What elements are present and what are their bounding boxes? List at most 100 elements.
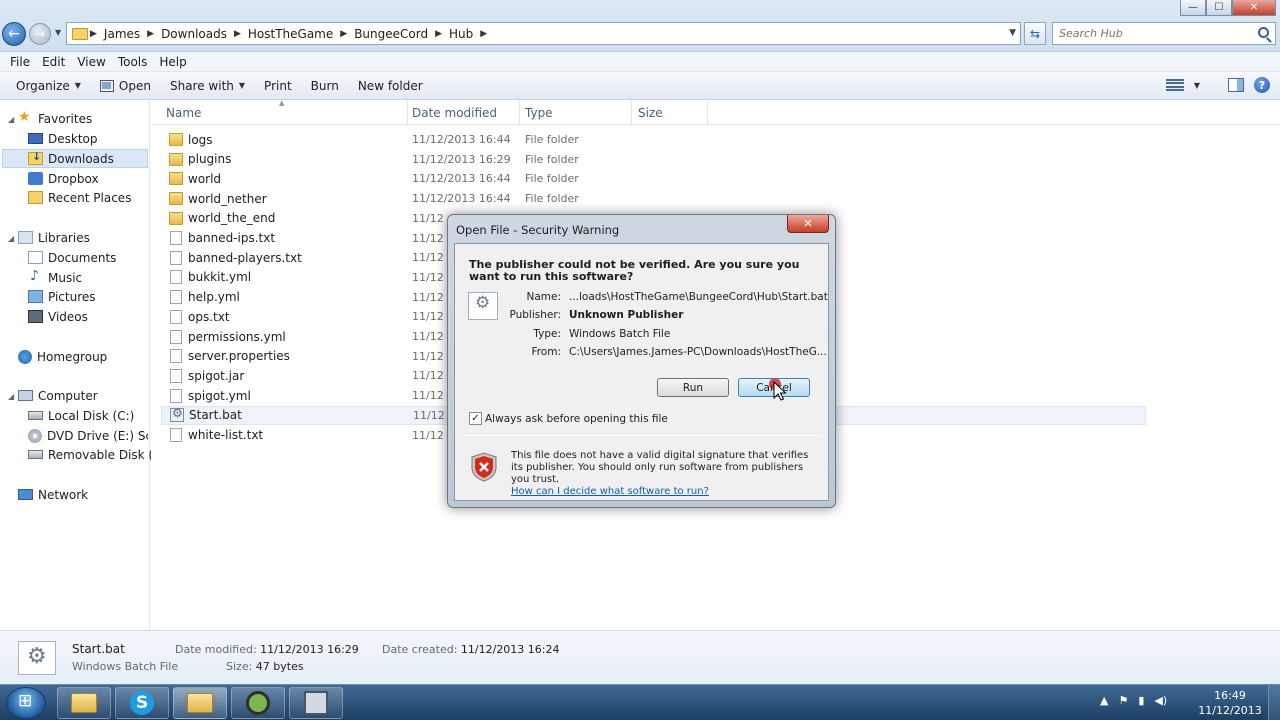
documents-icon — [28, 251, 43, 264]
menu-file[interactable]: File — [4, 55, 36, 69]
breadcrumb-downloads[interactable]: Downloads — [156, 27, 232, 41]
collapse-arrow-icon[interactable]: ◢ — [8, 234, 14, 243]
print-button[interactable]: Print — [258, 79, 305, 93]
file-name: plugins — [188, 152, 232, 167]
start-button[interactable] — [6, 687, 46, 719]
cancel-button[interactable]: Cancel — [738, 378, 810, 397]
column-name[interactable]: Name — [166, 106, 201, 120]
clock[interactable]: 16:49 11/12/2013 — [1190, 688, 1270, 718]
from-value: C:\Users\James.James-PC\Downloads\HostTh… — [569, 346, 827, 358]
collapse-arrow-icon[interactable]: ◢ — [8, 115, 14, 124]
refresh-button[interactable]: ⇆ — [1024, 22, 1046, 45]
column-type[interactable]: Type — [525, 106, 553, 120]
column-date-modified[interactable]: Date modified — [412, 106, 497, 120]
taskbar-video-app-button[interactable] — [289, 687, 343, 719]
file-name: world — [188, 171, 222, 186]
new-folder-button[interactable]: New folder — [352, 79, 436, 93]
chevron-right-icon[interactable]: ▶ — [433, 29, 444, 39]
change-view-icon[interactable] — [1165, 78, 1184, 92]
always-ask-checkbox-row[interactable]: ✓ Always ask before opening this file — [469, 412, 668, 425]
address-bar[interactable]: ▶ James ▶ Downloads ▶ HostTheGame ▶ Bung… — [66, 22, 1021, 45]
taskbar-skype-button[interactable]: S — [115, 687, 169, 719]
forward-button[interactable]: → — [29, 23, 51, 45]
breadcrumb-hub[interactable]: Hub — [444, 27, 478, 41]
chevron-down-icon[interactable]: ▼ — [1194, 81, 1200, 90]
column-divider[interactable] — [407, 100, 408, 125]
column-size[interactable]: Size — [638, 106, 663, 120]
taskbar-explorer-active-button[interactable] — [173, 687, 227, 719]
collapse-arrow-icon[interactable]: ◢ — [8, 392, 14, 401]
organize-button[interactable]: Organize ▼ — [10, 79, 94, 93]
nav-recent-places[interactable]: Recent Places — [28, 188, 131, 207]
nav-downloads[interactable]: Downloads — [2, 149, 148, 168]
folder-icon — [169, 211, 183, 225]
downloads-folder-icon — [28, 150, 43, 165]
dialog-question: The publisher could not be verified. Are… — [469, 258, 800, 283]
publisher-value: Unknown Publisher — [569, 309, 684, 321]
file-row[interactable]: world_nether 11/12/2013 16:44 File folder — [161, 189, 1146, 208]
search-icon[interactable] — [1258, 27, 1269, 38]
taskbar-audio-app-button[interactable] — [231, 687, 285, 719]
close-button[interactable]: ✕ — [1232, 0, 1276, 16]
nav-removable-disk[interactable]: Removable Disk (K:) — [28, 445, 170, 464]
minimize-button[interactable]: — — [1180, 0, 1206, 16]
chevron-right-icon[interactable]: ▶ — [232, 29, 243, 39]
nav-pictures[interactable]: Pictures — [28, 287, 96, 306]
file-row[interactable]: world 11/12/2013 16:44 File folder — [161, 169, 1146, 188]
column-divider[interactable] — [519, 100, 520, 125]
open-button[interactable]: Open — [94, 79, 164, 93]
maximize-button[interactable]: ☐ — [1206, 0, 1232, 16]
column-divider[interactable] — [707, 100, 708, 125]
nav-computer[interactable]: Computer — [18, 386, 98, 405]
network-status-icon[interactable]: ▮ — [1138, 694, 1144, 707]
address-dropdown-icon[interactable]: ▼ — [1009, 28, 1016, 38]
dialog-close-button[interactable]: ✕ — [787, 215, 829, 233]
chevron-right-icon[interactable]: ▶ — [478, 29, 489, 39]
breadcrumb-bungeecord[interactable]: BungeeCord — [349, 27, 433, 41]
menu-edit[interactable]: Edit — [36, 55, 71, 69]
nav-dvd-drive[interactable]: DVD Drive (E:) Scribb — [28, 426, 148, 445]
column-divider[interactable] — [631, 100, 632, 125]
nav-homegroup[interactable]: Homegroup — [18, 347, 107, 366]
nav-dropbox[interactable]: Dropbox — [28, 169, 99, 188]
show-desktop-button[interactable] — [1268, 685, 1280, 720]
always-ask-checkbox[interactable]: ✓ — [469, 412, 482, 425]
file-type: File folder — [525, 172, 579, 186]
file-row[interactable]: plugins 11/12/2013 16:29 File folder — [161, 150, 1146, 169]
back-button[interactable]: ← — [2, 22, 26, 46]
action-center-flag-icon[interactable]: ⚑ — [1118, 694, 1128, 707]
nav-videos[interactable]: Videos — [28, 307, 88, 326]
chevron-right-icon[interactable]: ▶ — [88, 29, 99, 39]
forward-arrow-icon: → — [34, 27, 46, 41]
file-name: spigot.jar — [188, 368, 245, 383]
chevron-right-icon[interactable]: ▶ — [338, 29, 349, 39]
nav-favorites[interactable]: Favorites — [18, 109, 92, 128]
help-icon[interactable]: ? — [1254, 77, 1270, 93]
chevron-right-icon[interactable]: ▶ — [145, 29, 156, 39]
share-with-button[interactable]: Share with ▼ — [164, 79, 258, 93]
menu-help[interactable]: Help — [153, 55, 192, 69]
file-date-modified: 11/12 — [412, 428, 444, 442]
menu-view[interactable]: View — [71, 55, 111, 69]
show-hidden-icons-icon[interactable]: ▲ — [1100, 694, 1108, 707]
file-date-modified: 11/12 — [412, 290, 444, 304]
volume-icon[interactable]: ◀) — [1154, 694, 1167, 707]
taskbar-explorer-button[interactable] — [57, 687, 111, 719]
nav-libraries[interactable]: Libraries — [18, 228, 90, 247]
recent-pages-dropdown-icon[interactable]: ▼ — [55, 28, 61, 37]
nav-music[interactable]: Music — [28, 268, 82, 287]
breadcrumb-hostthegame[interactable]: HostTheGame — [243, 27, 338, 41]
search-box[interactable] — [1052, 22, 1276, 45]
nav-local-disk[interactable]: Local Disk (C:) — [28, 406, 134, 425]
burn-button[interactable]: Burn — [305, 79, 352, 93]
search-input[interactable] — [1059, 27, 1249, 40]
file-row[interactable]: logs 11/12/2013 16:44 File folder — [161, 130, 1146, 149]
preview-pane-icon[interactable] — [1228, 78, 1244, 92]
menu-tools[interactable]: Tools — [112, 55, 154, 69]
breadcrumb-james[interactable]: James — [99, 27, 145, 41]
nav-network[interactable]: Network — [18, 485, 88, 504]
nav-desktop[interactable]: Desktop — [28, 129, 98, 148]
help-link[interactable]: How can I decide what software to run? — [511, 486, 709, 497]
run-button[interactable]: Run — [657, 378, 729, 397]
nav-documents[interactable]: Documents — [28, 248, 116, 267]
